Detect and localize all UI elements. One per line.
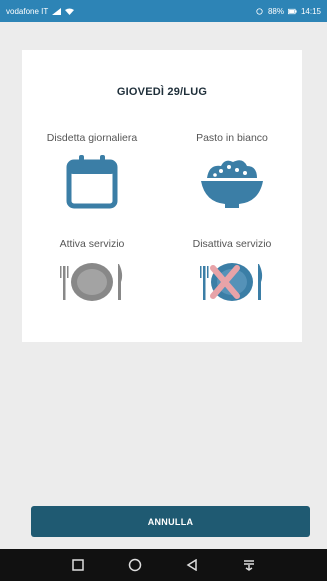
recent-apps-button[interactable] — [63, 550, 93, 580]
option-label: Disattiva servizio — [192, 238, 272, 250]
plate-cutlery-crossed-icon — [200, 263, 263, 301]
calendar-icon — [66, 155, 118, 209]
status-bar: vodafone IT 88% 14:15 — [0, 0, 327, 22]
option-daily-cancellation[interactable]: Disdetta giornaliera — [22, 132, 162, 210]
battery-icon — [287, 8, 297, 14]
notifications-icon — [243, 560, 254, 571]
status-right: 88% 14:15 — [255, 7, 321, 16]
signal-icon — [52, 7, 62, 15]
home-button[interactable] — [120, 550, 150, 580]
plate-cutlery-icon — [60, 263, 123, 301]
alarm-icon — [256, 7, 263, 15]
battery-percent: 88% — [267, 6, 284, 16]
option-plain-meal[interactable]: Pasto in bianco — [162, 132, 302, 210]
option-label: Pasto in bianco — [196, 132, 268, 144]
options-card: GIOVEDÌ 29/LUG Disdetta giornaliera Past… — [22, 50, 302, 342]
option-label: Disdetta giornaliera — [46, 132, 138, 144]
rice-bowl-icon — [201, 160, 263, 208]
wifi-icon — [65, 8, 75, 15]
home-icon — [128, 558, 142, 572]
status-left: vodafone IT — [6, 6, 75, 16]
back-icon — [186, 559, 197, 571]
clock: 14:15 — [300, 6, 321, 16]
option-deactivate-service[interactable]: Disattiva servizio — [162, 238, 302, 304]
navigation-bar — [0, 549, 327, 581]
cancel-button[interactable]: ANNULLA — [31, 506, 310, 537]
back-button[interactable] — [177, 550, 207, 580]
option-activate-service[interactable]: Attiva servizio — [22, 238, 162, 304]
option-label: Attiva servizio — [59, 238, 125, 250]
date-title: GIOVEDÌ 29/LUG — [116, 86, 208, 98]
recent-apps-icon — [72, 559, 85, 571]
carrier-name: vodafone IT — [6, 6, 49, 16]
notifications-button[interactable] — [234, 550, 264, 580]
